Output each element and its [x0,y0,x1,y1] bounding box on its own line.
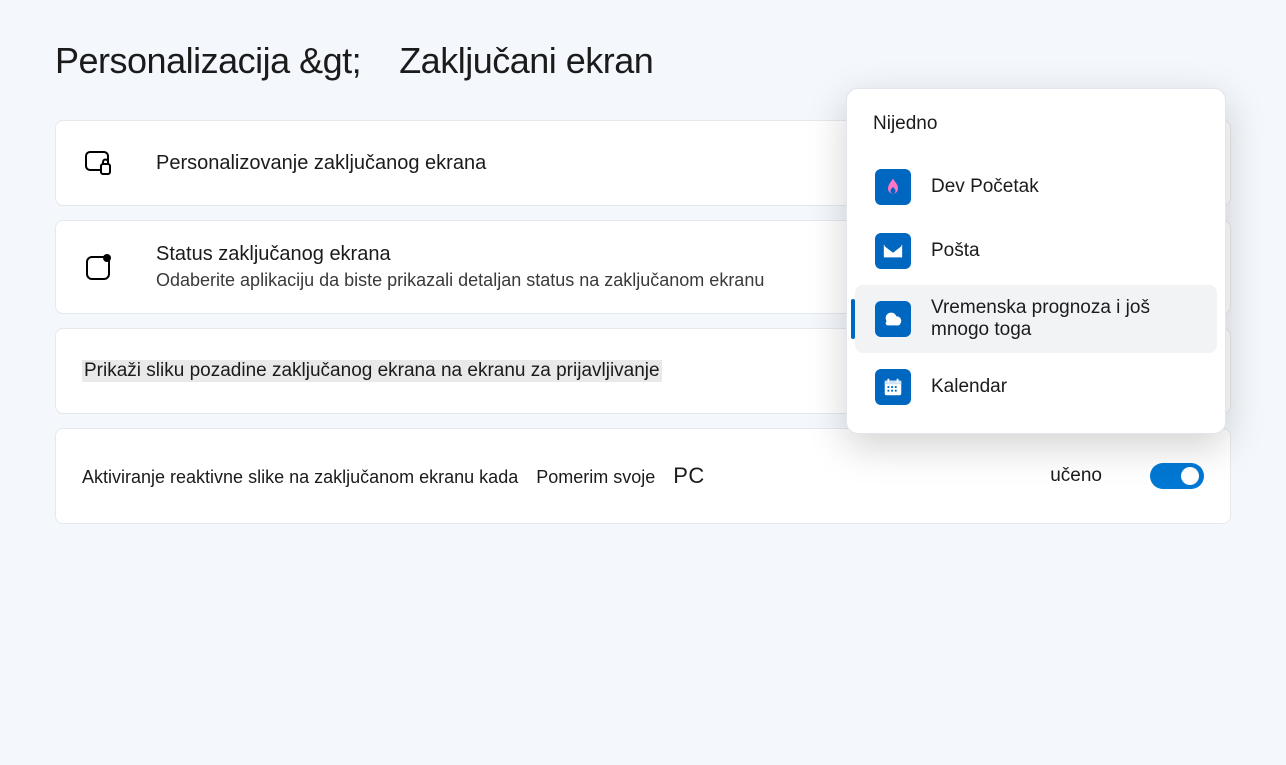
status-icon [82,250,116,284]
toggle-reactive-image[interactable] [1150,463,1204,489]
dropdown-item-dev-home[interactable]: Dev Početak [855,157,1217,217]
breadcrumb-category[interactable]: Personalizacija &gt; [55,40,361,81]
calendar-icon [875,369,911,405]
breadcrumb: Personalizacija &gt; Zaključani ekran [55,40,1231,82]
dropdown-item-label: Vremenska prognoza i još mnogo toga [931,297,1197,341]
lockscreen-icon [82,146,116,180]
dropdown-item-mail[interactable]: Pošta [855,221,1217,281]
dropdown-item-label: Dev Početak [931,176,1197,198]
dropdown-item-label: Pošta [931,240,1197,262]
row3-title: Prikaži sliku pozadine zaključanog ekran… [82,360,662,382]
flame-icon [875,169,911,205]
dropdown-item-label: Kalendar [931,376,1197,398]
toggle-knob [1181,467,1199,485]
row4-text-a: Aktiviranje reaktivne slike na zaključan… [82,467,518,488]
dropdown-item-weather[interactable]: Vremenska prognoza i još mnogo toga [855,285,1217,353]
row4-state: učeno [1050,465,1102,487]
dropdown-header[interactable]: Nijedno [847,105,1225,153]
mail-icon [875,233,911,269]
breadcrumb-current: Zaključani ekran [399,40,653,81]
row-reactive-image: Aktiviranje reaktivne slike na zaključan… [55,428,1231,524]
status-app-dropdown[interactable]: Nijedno Dev Početak Pošta Vremenska prog… [846,88,1226,434]
weather-icon [875,301,911,337]
dropdown-item-calendar[interactable]: Kalendar [855,357,1217,417]
row4-text-c: PC [673,463,705,489]
row4-text-b: Pomerim svoje [536,467,655,488]
